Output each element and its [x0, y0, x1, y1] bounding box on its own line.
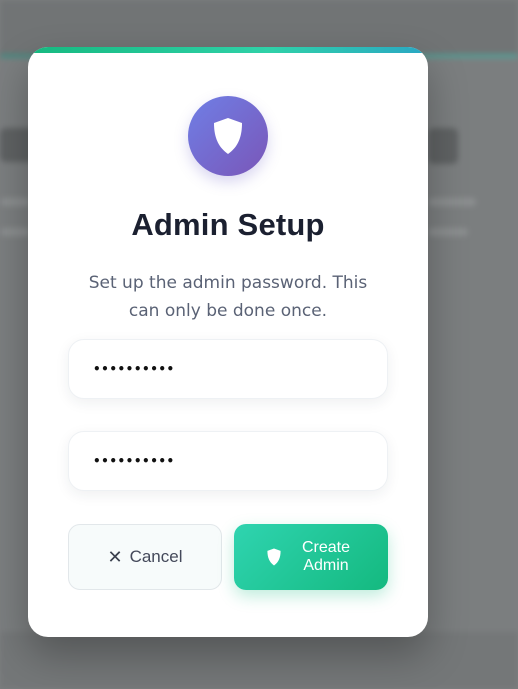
background-text-line [428, 228, 468, 236]
shield-badge [188, 96, 268, 176]
password-input[interactable]: •••••••••• [68, 339, 388, 399]
create-admin-button-label: Create Admin [301, 539, 351, 574]
confirm-password-input[interactable]: •••••••••• [68, 431, 388, 491]
create-admin-button[interactable]: Create Admin [234, 524, 388, 590]
password-value: •••••••••• [93, 362, 175, 376]
background-text-line [0, 198, 30, 206]
close-icon: ✕ [107, 547, 123, 567]
background-heading-fragment [428, 128, 458, 164]
cancel-button[interactable]: ✕ Cancel [68, 524, 222, 590]
cancel-button-label: Cancel [129, 547, 183, 566]
shield-icon [266, 548, 282, 566]
shield-icon [211, 117, 245, 155]
dialog-title: Admin Setup [131, 207, 325, 242]
dialog-accent-bar [28, 47, 428, 53]
background-text-line [0, 228, 30, 236]
confirm-password-value: •••••••••• [93, 454, 175, 468]
admin-setup-dialog: Admin Setup Set up the admin password. T… [28, 47, 428, 637]
background-footer [0, 632, 518, 689]
dialog-description: Set up the admin password. This can only… [88, 273, 368, 321]
background-text-line [428, 198, 476, 206]
